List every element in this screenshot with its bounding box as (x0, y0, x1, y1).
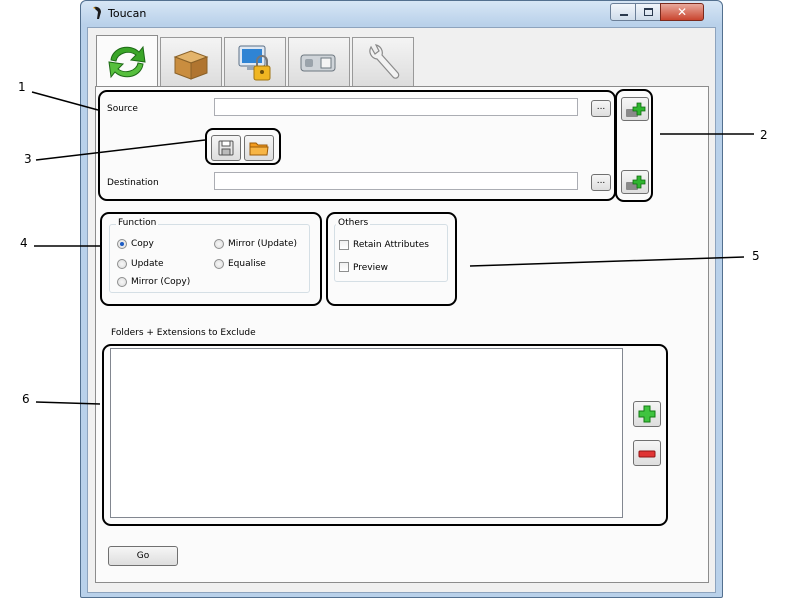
leader-3 (35, 139, 206, 161)
callout-leaders (31, 91, 754, 405)
leader-6 (35, 401, 101, 405)
callout-number-1: 1 (18, 80, 26, 94)
callout-number-2: 2 (760, 128, 768, 142)
leader-1 (31, 91, 99, 111)
callout-number-4: 4 (20, 236, 28, 250)
callout-number-3: 3 (24, 152, 32, 166)
callout-number-6: 6 (22, 392, 30, 406)
leader-5 (469, 256, 745, 267)
callout-number-5: 5 (752, 249, 760, 263)
